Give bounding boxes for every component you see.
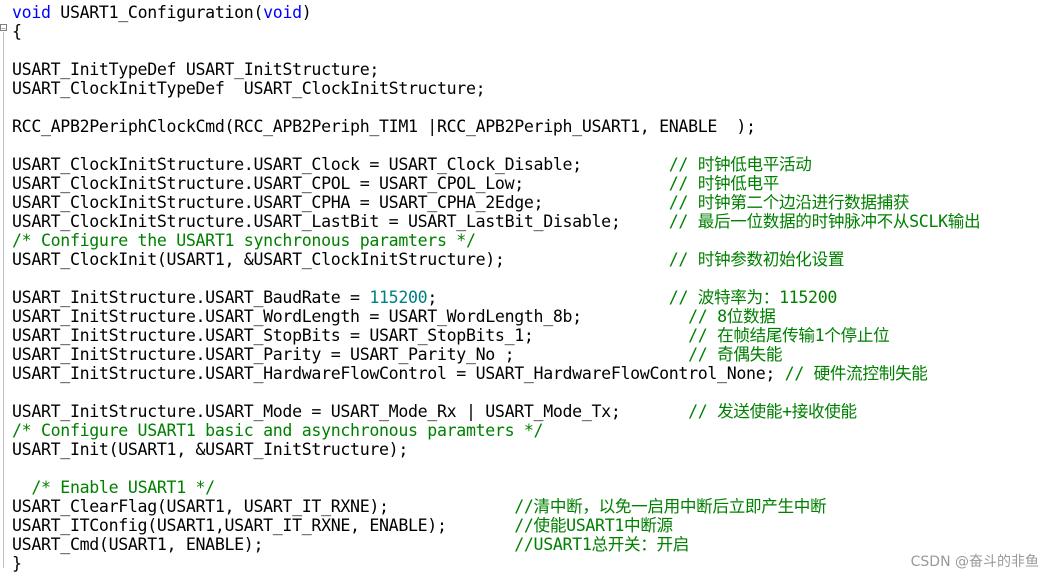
code-line[interactable]: /* Configure USART1 basic and asynchrono… <box>12 421 544 440</box>
code-comment: // 发送使能+接收使能 <box>688 402 857 421</box>
code-comment: // 在帧结尾传输1个停止位 <box>688 326 890 345</box>
code-line[interactable]: USART_Init(USART1, &USART_InitStructure)… <box>12 440 408 459</box>
code-text: USART_ClockInitTypeDef USART_ClockInitSt… <box>12 79 486 98</box>
code-text: USART_ClockInitStructure.USART_Clock = U… <box>12 155 669 174</box>
code-keyword: void <box>263 3 302 22</box>
watermark: CSDN @奋斗的非鱼 <box>910 554 1039 570</box>
code-line[interactable]: USART_InitStructure.USART_StopBits = USA… <box>12 326 890 345</box>
fold-collapse-icon[interactable]: − <box>0 24 7 33</box>
code-line[interactable]: USART_InitTypeDef USART_InitStructure; <box>12 60 379 79</box>
code-text: USART_InitStructure.USART_Parity = USART… <box>12 345 689 364</box>
code-comment: //USART1总开关：开启 <box>514 535 690 554</box>
code-comment: // 时钟第二个边沿进行数据捕获 <box>668 193 910 212</box>
fold-guide-line <box>3 32 4 568</box>
code-text: USART_ITConfig(USART1,USART_IT_RXNE, ENA… <box>12 516 515 535</box>
code-text: USART_InitStructure.USART_Mode = USART_M… <box>12 402 689 421</box>
code-line[interactable]: USART_InitStructure.USART_Mode = USART_M… <box>12 402 857 421</box>
code-text: USART_InitStructure.USART_StopBits = USA… <box>12 326 689 345</box>
code-line[interactable]: USART_ClockInitStructure.USART_Clock = U… <box>12 155 812 174</box>
code-comment: /* Configure USART1 basic and asynchrono… <box>12 421 544 440</box>
code-text: USART1_Configuration( <box>50 3 264 22</box>
code-line[interactable]: USART_ITConfig(USART1,USART_IT_RXNE, ENA… <box>12 516 673 535</box>
code-comment: //清中断，以免一启用中断后立即产生中断 <box>514 497 827 516</box>
code-line[interactable]: } <box>12 554 22 573</box>
code-text: USART_ClearFlag(USART1, USART_IT_RXNE); <box>12 497 515 516</box>
code-comment: /* Configure the USART1 synchronous para… <box>12 231 476 250</box>
code-comment: /* Enable USART1 */ <box>31 478 215 497</box>
code-text: } <box>12 554 22 573</box>
code-editor[interactable]: − void USART1_Configuration(void){USART_… <box>0 0 1053 578</box>
code-text: USART_InitStructure.USART_WordLength = U… <box>12 307 689 326</box>
code-line[interactable]: USART_ClockInitStructure.USART_CPHA = US… <box>12 193 909 212</box>
code-text: USART_Cmd(USART1, ENABLE); <box>12 535 515 554</box>
code-line[interactable]: USART_InitStructure.USART_WordLength = U… <box>12 307 776 326</box>
code-text: { <box>12 22 22 41</box>
code-comment: // 奇偶失能 <box>688 345 783 364</box>
code-comment: // 时钟参数初始化设置 <box>668 250 845 269</box>
code-text: USART_ClockInitStructure.USART_CPHA = US… <box>12 193 669 212</box>
code-line[interactable]: USART_InitStructure.USART_Parity = USART… <box>12 345 782 364</box>
code-text: USART_ClockInitStructure.USART_LastBit =… <box>12 212 669 231</box>
code-text: ) <box>301 3 312 22</box>
code-line[interactable]: USART_InitStructure.USART_BaudRate = 115… <box>12 288 837 307</box>
code-line[interactable]: /* Configure the USART1 synchronous para… <box>12 231 476 250</box>
code-text: RCC_APB2PeriphClockCmd(RCC_APB2Periph_TI… <box>12 117 756 136</box>
code-keyword: void <box>12 3 51 22</box>
code-line[interactable]: /* Enable USART1 */ <box>12 478 215 497</box>
code-line[interactable]: USART_ClockInitTypeDef USART_ClockInitSt… <box>12 79 486 98</box>
code-line[interactable]: USART_Cmd(USART1, ENABLE); //USART1总开关：开… <box>12 535 689 554</box>
code-line[interactable]: USART_ClockInit(USART1, &USART_ClockInit… <box>12 250 844 269</box>
code-comment: // 硬件流控制失能 <box>784 364 928 383</box>
code-number: 115200 <box>369 288 428 307</box>
code-line[interactable]: USART_ClearFlag(USART1, USART_IT_RXNE); … <box>12 497 827 516</box>
code-text: USART_ClockInitStructure.USART_CPOL = US… <box>12 174 669 193</box>
code-comment: // 时钟低电平 <box>668 174 780 193</box>
code-line[interactable]: RCC_APB2PeriphClockCmd(RCC_APB2Periph_TI… <box>12 117 756 136</box>
code-text: USART_InitStructure.USART_BaudRate = <box>12 288 370 307</box>
code-comment: // 最后一位数据的时钟脉冲不从SCLK输出 <box>668 212 981 231</box>
code-comment: // 时钟低电平活动 <box>668 155 812 174</box>
code-line[interactable]: { <box>12 22 22 41</box>
code-comment: //使能USART1中断源 <box>514 516 673 535</box>
code-line[interactable]: USART_InitStructure.USART_HardwareFlowCo… <box>12 364 928 383</box>
code-text: USART_Init(USART1, &USART_InitStructure)… <box>12 440 408 459</box>
fold-gutter: − <box>0 18 10 574</box>
code-text: USART_InitTypeDef USART_InitStructure; <box>12 60 380 79</box>
code-line[interactable]: USART_ClockInitStructure.USART_CPOL = US… <box>12 174 779 193</box>
code-text: ; <box>427 288 669 307</box>
code-text: USART_ClockInit(USART1, &USART_ClockInit… <box>12 250 669 269</box>
code-comment: // 8位数据 <box>688 307 776 326</box>
code-text: USART_InitStructure.USART_HardwareFlowCo… <box>12 364 785 383</box>
code-line[interactable]: void USART1_Configuration(void) <box>12 3 312 22</box>
code-line[interactable]: USART_ClockInitStructure.USART_LastBit =… <box>12 212 981 231</box>
code-comment: // 波特率为：115200 <box>668 288 838 307</box>
